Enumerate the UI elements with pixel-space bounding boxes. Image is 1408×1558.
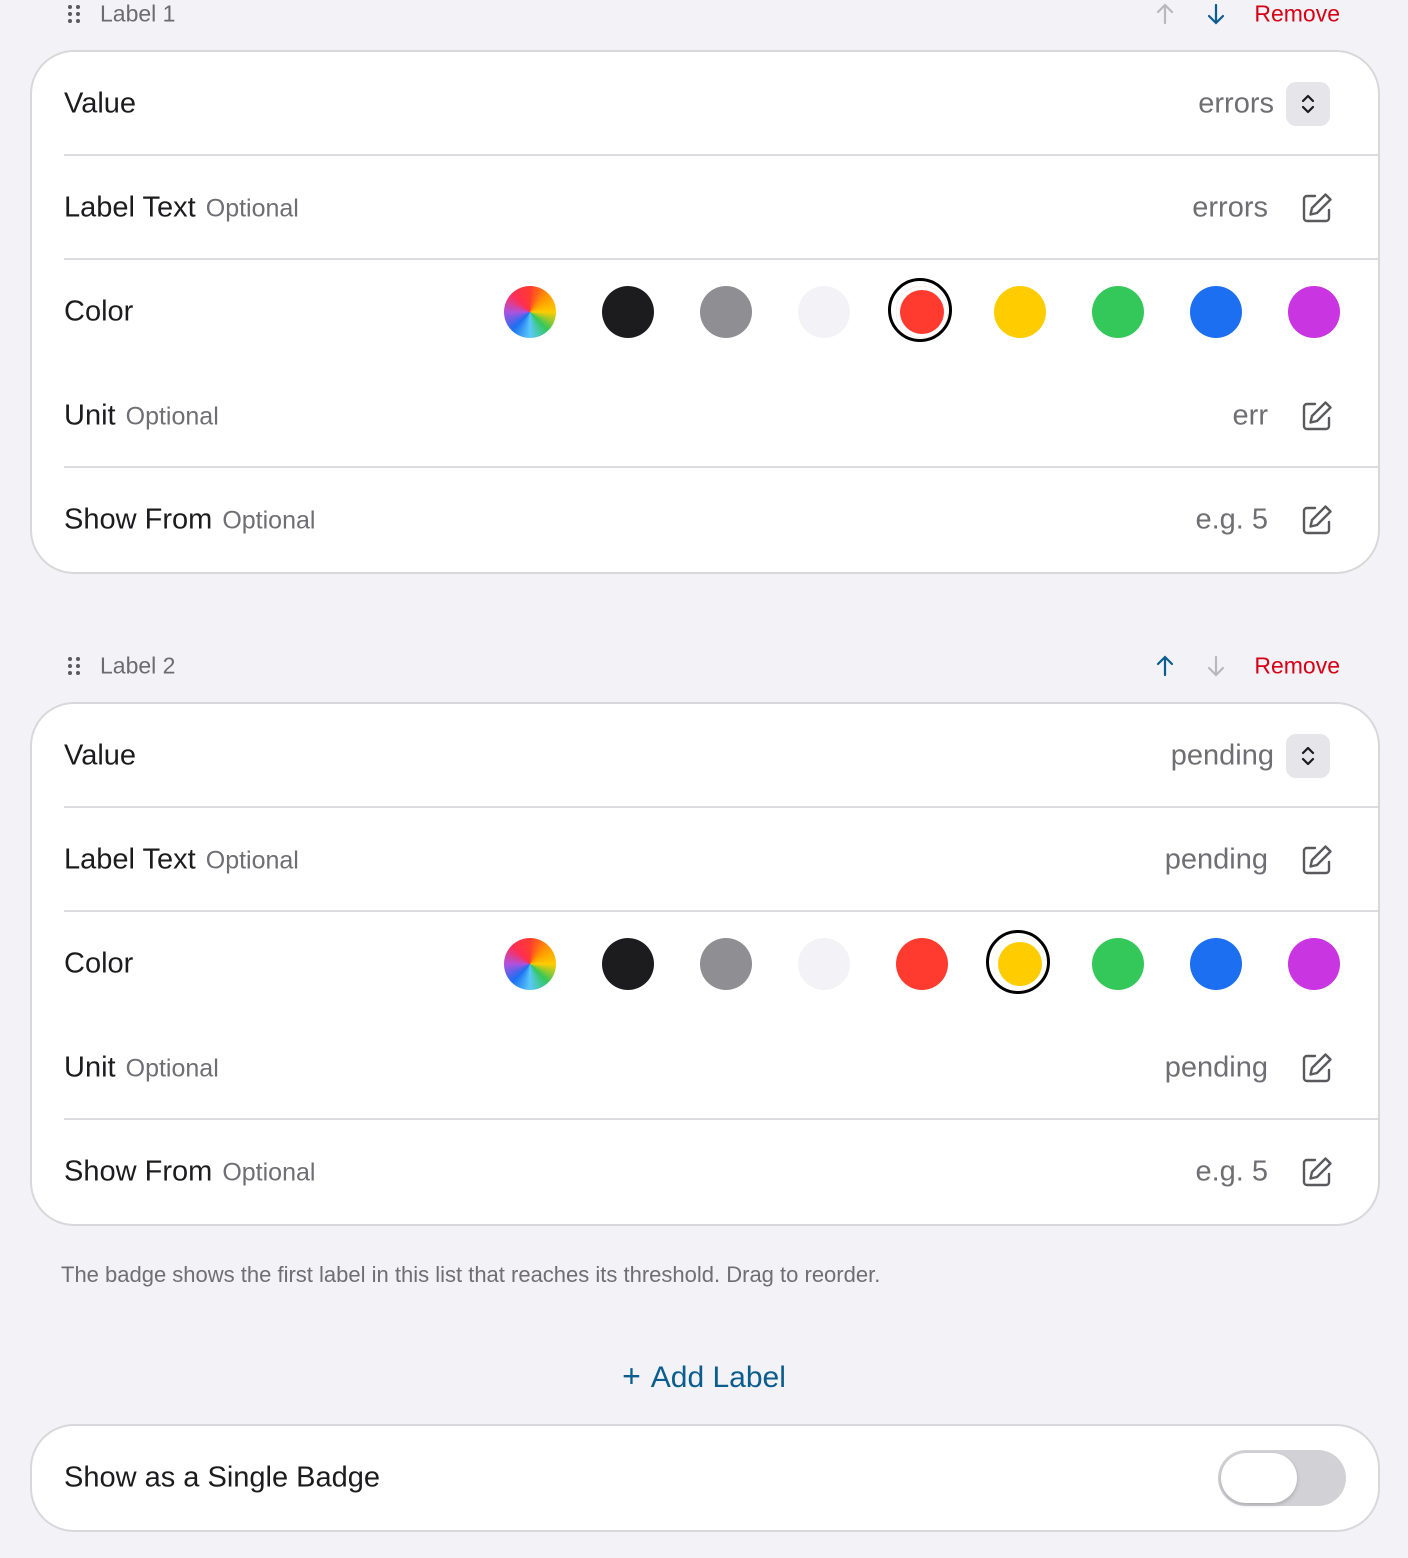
color-row: Color <box>32 260 1378 364</box>
color-swatch-blue[interactable] <box>1190 938 1242 990</box>
color-swatch-green[interactable] <box>1092 286 1144 338</box>
value-row[interactable]: Value pending <box>32 704 1378 808</box>
color-row: Color <box>32 912 1378 1016</box>
color-swatch-red[interactable] <box>888 278 952 342</box>
color-swatch-black[interactable] <box>602 938 654 990</box>
value-selected[interactable]: errors <box>1198 88 1274 121</box>
optional-tag: Optional <box>222 1158 316 1187</box>
value-row[interactable]: Value errors <box>32 52 1378 156</box>
label-title: Label 2 <box>100 652 176 679</box>
add-label-button[interactable]: + Add Label <box>0 1358 1408 1395</box>
single-badge-card: Show as a Single Badge <box>30 1424 1380 1532</box>
toggle-knob <box>1221 1453 1297 1503</box>
unit-value[interactable]: err <box>1233 400 1268 433</box>
color-swatch-light[interactable] <box>798 286 850 338</box>
label-text-label: Label Text Optional <box>64 843 299 876</box>
label-text-label: Label Text Optional <box>64 191 299 224</box>
chevron-up-down-icon <box>1301 746 1315 766</box>
arrow-up-icon <box>1156 655 1174 677</box>
color-swatch-gray[interactable] <box>700 286 752 338</box>
label-1-header: Label 1 Remove <box>0 0 1408 34</box>
show-from-label: Show From Optional <box>64 503 316 536</box>
color-swatches <box>502 277 1352 347</box>
show-from-row[interactable]: Show From Optional e.g. 5 <box>32 468 1378 572</box>
optional-tag: Optional <box>205 194 299 223</box>
color-swatch-light[interactable] <box>798 938 850 990</box>
label-1-card: Value errors Label Text Optional errors … <box>30 50 1380 574</box>
footnote-text: The badge shows the first label in this … <box>61 1262 881 1287</box>
edit-icon[interactable] <box>1300 1051 1334 1085</box>
color-swatch-green[interactable] <box>1092 938 1144 990</box>
single-badge-toggle[interactable] <box>1218 1450 1346 1506</box>
unit-row[interactable]: Unit Optional pending <box>32 1016 1378 1120</box>
value-selected[interactable]: pending <box>1171 740 1274 773</box>
plus-icon: + <box>622 1358 641 1394</box>
remove-button[interactable]: Remove <box>1254 653 1340 680</box>
color-swatch-black[interactable] <box>602 286 654 338</box>
unit-label: Unit Optional <box>64 1051 219 1084</box>
color-label: Color <box>64 295 134 328</box>
label-text-row[interactable]: Label Text Optional errors <box>32 156 1378 260</box>
chevron-up-down-icon <box>1301 94 1315 114</box>
unit-value[interactable]: pending <box>1165 1052 1268 1085</box>
add-label-text: Add Label <box>650 1361 786 1394</box>
optional-tag: Optional <box>125 402 219 431</box>
arrow-down-icon <box>1207 3 1225 25</box>
color-swatch-yellow[interactable] <box>986 930 1050 994</box>
label-2-header: Label 2 Remove <box>0 646 1408 686</box>
value-label: Value <box>64 87 137 120</box>
label-title: Label 1 <box>100 0 176 27</box>
label-text-row[interactable]: Label Text Optional pending <box>32 808 1378 912</box>
color-swatch-purple[interactable] <box>1288 938 1340 990</box>
drag-handle-icon[interactable] <box>66 4 82 24</box>
remove-button[interactable]: Remove <box>1254 1 1340 28</box>
value-selector[interactable] <box>1286 734 1330 778</box>
edit-icon[interactable] <box>1300 191 1334 225</box>
color-swatch-yellow[interactable] <box>994 286 1046 338</box>
single-badge-label: Show as a Single Badge <box>64 1461 380 1494</box>
value-selector[interactable] <box>1286 82 1330 126</box>
move-down-button[interactable] <box>1201 651 1231 681</box>
arrow-up-icon <box>1156 3 1174 25</box>
color-swatch-multicolor[interactable] <box>504 938 556 990</box>
move-down-button[interactable] <box>1201 0 1231 29</box>
label-text-value[interactable]: errors <box>1192 192 1268 225</box>
single-badge-row: Show as a Single Badge <box>32 1426 1378 1530</box>
label-text-value[interactable]: pending <box>1165 844 1268 877</box>
color-swatch-gray[interactable] <box>700 938 752 990</box>
label-2-card: Value pending Label Text Optional pendin… <box>30 702 1380 1226</box>
color-swatches <box>502 929 1352 999</box>
show-from-placeholder[interactable]: e.g. 5 <box>1195 504 1268 537</box>
show-from-row[interactable]: Show From Optional e.g. 5 <box>32 1120 1378 1224</box>
move-up-button[interactable] <box>1150 651 1180 681</box>
edit-icon[interactable] <box>1300 399 1334 433</box>
show-from-label: Show From Optional <box>64 1155 316 1188</box>
drag-handle-icon[interactable] <box>66 656 82 676</box>
show-from-placeholder[interactable]: e.g. 5 <box>1195 1156 1268 1189</box>
edit-icon[interactable] <box>1300 843 1334 877</box>
optional-tag: Optional <box>125 1054 219 1083</box>
move-up-button[interactable] <box>1150 0 1180 29</box>
arrow-down-icon <box>1207 655 1225 677</box>
optional-tag: Optional <box>205 846 299 875</box>
unit-row[interactable]: Unit Optional err <box>32 364 1378 468</box>
color-swatch-purple[interactable] <box>1288 286 1340 338</box>
color-label: Color <box>64 947 134 980</box>
edit-icon[interactable] <box>1300 1155 1334 1189</box>
color-swatch-blue[interactable] <box>1190 286 1242 338</box>
edit-icon[interactable] <box>1300 503 1334 537</box>
unit-label: Unit Optional <box>64 399 219 432</box>
color-swatch-red[interactable] <box>896 938 948 990</box>
value-label: Value <box>64 739 137 772</box>
optional-tag: Optional <box>222 506 316 535</box>
color-swatch-multicolor[interactable] <box>504 286 556 338</box>
